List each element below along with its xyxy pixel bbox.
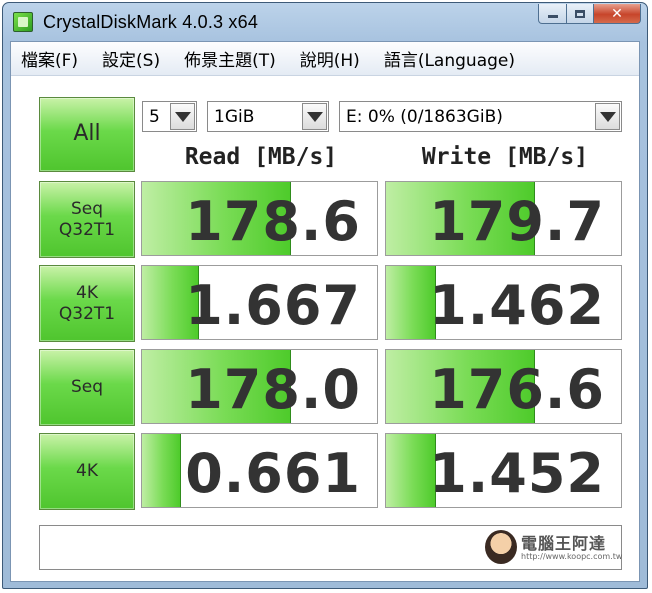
comment-field[interactable]: 電腦王阿達 http://www.koopc.com.tw — [39, 525, 622, 570]
close-button[interactable]: ✕ — [594, 4, 641, 24]
write-result-cell: 179.7 — [385, 181, 622, 256]
4k-q32t1-button[interactable]: 4K Q32T1 — [39, 265, 135, 342]
read-result-value: 178.0 — [185, 358, 361, 421]
write-column-header: Write [MB/s] — [421, 144, 589, 170]
read-result-value: 178.6 — [185, 190, 361, 253]
seq-button[interactable]: Seq — [39, 349, 135, 426]
read-result-cell: 0.661 — [141, 433, 378, 508]
watermark-title: 電腦王阿達 — [521, 534, 607, 553]
client-area: 檔案(F) 設定(S) 佈景主題(T) 說明(H) 語言(Language) A… — [10, 41, 640, 582]
test-size-value: 1GiB — [214, 106, 255, 127]
minimize-button[interactable] — [538, 4, 567, 24]
write-result-value: 1.452 — [429, 442, 605, 505]
seq-q32t1-button[interactable]: Seq Q32T1 — [39, 181, 135, 258]
menu-help[interactable]: 說明(H) — [300, 46, 360, 71]
write-result-value: 1.462 — [429, 274, 605, 337]
menu-bar: 檔案(F) 設定(S) 佈景主題(T) 說明(H) 語言(Language) — [11, 42, 639, 76]
test-label-line1: 4K — [76, 283, 98, 304]
chevron-down-icon[interactable] — [595, 103, 620, 130]
write-result-cell: 1.462 — [385, 265, 622, 340]
read-result-value: 1.667 — [185, 274, 361, 337]
test-label-line1: 4K — [76, 461, 98, 482]
menu-language[interactable]: 語言(Language) — [384, 46, 515, 71]
menu-settings[interactable]: 設定(S) — [102, 46, 160, 71]
watermark-url: http://www.koopc.com.tw — [521, 552, 623, 561]
chevron-down-icon[interactable] — [302, 103, 327, 130]
drive-select[interactable]: E: 0% (0/1863GiB) — [339, 101, 622, 132]
result-bar — [142, 434, 181, 507]
menu-file[interactable]: 檔案(F) — [21, 46, 78, 71]
test-size-select[interactable]: 1GiB — [207, 101, 329, 132]
read-result-value: 0.661 — [185, 442, 361, 505]
read-column-header: Read [MB/s] — [184, 144, 338, 170]
read-result-cell: 1.667 — [141, 265, 378, 340]
4k-button[interactable]: 4K — [39, 433, 135, 510]
read-result-cell: 178.0 — [141, 349, 378, 424]
test-count-value: 5 — [149, 106, 160, 127]
drive-value: E: 0% (0/1863GiB) — [346, 106, 503, 127]
close-icon: ✕ — [611, 5, 623, 22]
chevron-down-icon[interactable] — [170, 103, 195, 130]
write-result-cell: 176.6 — [385, 349, 622, 424]
test-label-line1: Seq — [70, 199, 104, 220]
minimize-icon — [547, 15, 558, 18]
test-count-select[interactable]: 5 — [142, 101, 197, 132]
maximize-button[interactable] — [567, 4, 594, 24]
write-result-value: 176.6 — [429, 358, 605, 421]
test-label-line2: Q32T1 — [58, 219, 116, 240]
write-result-value: 179.7 — [429, 190, 605, 253]
title-bar[interactable]: CrystalDiskMark 4.0.3 x64 ✕ — [3, 3, 647, 41]
write-result-cell: 1.452 — [385, 433, 622, 508]
run-all-button[interactable]: All — [39, 97, 135, 172]
crystaldiskmark-app-icon[interactable] — [13, 12, 33, 32]
maximize-icon — [575, 9, 585, 18]
test-label-line1: Seq — [70, 377, 104, 398]
menu-theme[interactable]: 佈景主題(T) — [184, 46, 276, 71]
read-result-cell: 178.6 — [141, 181, 378, 256]
window-title: CrystalDiskMark 4.0.3 x64 — [43, 12, 259, 32]
caption-buttons: ✕ — [538, 4, 641, 24]
app-window: CrystalDiskMark 4.0.3 x64 ✕ 檔案(F) 設定(S) … — [2, 2, 648, 589]
mascot-icon — [485, 530, 517, 564]
test-label-line2: Q32T1 — [58, 303, 116, 324]
watermark-logo: 電腦王阿達 http://www.koopc.com.tw — [485, 530, 622, 566]
